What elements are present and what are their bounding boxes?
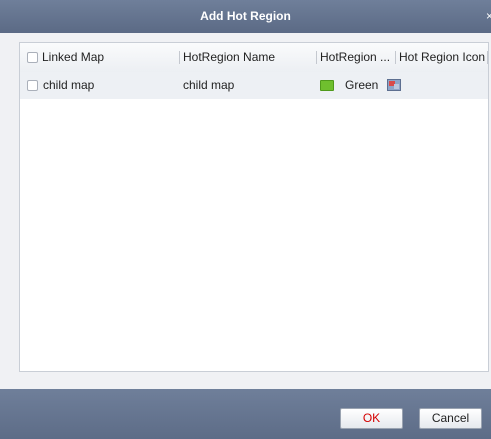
cancel-button[interactable]: Cancel [419, 408, 482, 429]
column-header-linked-map[interactable]: Linked Map [42, 43, 177, 72]
column-divider[interactable] [395, 51, 396, 64]
dialog-title: Add Hot Region [200, 9, 291, 23]
close-icon[interactable]: × [486, 0, 491, 33]
cell-hotregion-color: Green [345, 78, 379, 92]
hot-region-map-icon [387, 79, 401, 91]
row-checkbox[interactable] [27, 80, 38, 91]
hot-region-table: Linked Map HotRegion Name HotRegion ... … [19, 42, 489, 372]
column-header-hotregion-color[interactable]: HotRegion ... [320, 43, 392, 72]
select-all-checkbox[interactable] [27, 52, 38, 63]
column-divider[interactable] [179, 51, 180, 64]
column-header-hotregion-name[interactable]: HotRegion Name [183, 43, 313, 72]
table-row[interactable]: child map child map Green [20, 72, 488, 99]
ok-button[interactable]: OK [340, 408, 403, 429]
dialog-titlebar: Add Hot Region × [0, 0, 491, 33]
dialog-footer: OK Cancel [0, 389, 491, 439]
column-divider[interactable] [487, 51, 488, 64]
column-divider[interactable] [316, 51, 317, 64]
color-swatch [320, 80, 334, 91]
cell-linked-map: child map [43, 78, 95, 92]
cell-hotregion-name: child map [183, 78, 235, 92]
column-header-hot-region-icon[interactable]: Hot Region Icon [399, 43, 485, 72]
table-header: Linked Map HotRegion Name HotRegion ... … [20, 43, 488, 73]
